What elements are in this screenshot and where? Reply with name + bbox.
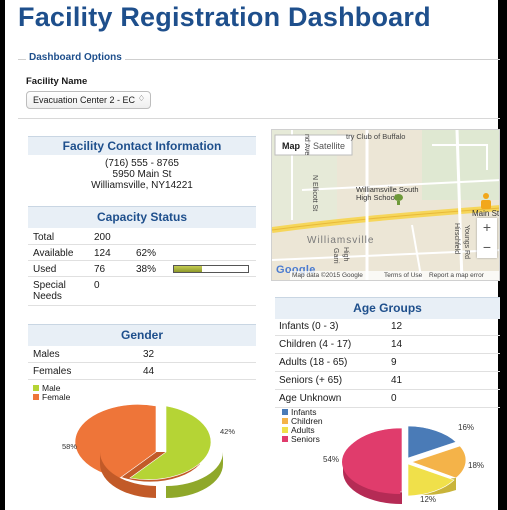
age-row-infants: Infants (0 - 3) 12 [275,318,500,336]
capacity-percent: 38% [136,264,157,275]
usage-progress-fill [174,266,203,272]
age-value: 41 [391,375,403,386]
capacity-label: Available [33,248,74,259]
map-label-ellicott: N Ellicott St [311,175,318,212]
children-percent-label: 18% [468,461,484,470]
infants-swatch-icon [282,409,288,415]
gender-row-females: Females 44 [28,364,256,380]
street-view-pegman-icon[interactable] [481,193,491,209]
map-label-garri: Garri [332,248,339,264]
adults-swatch-icon [282,427,288,433]
age-pie-chart: 16% 18% 12% 54% [323,423,484,505]
seniors-percent-label: 54% [323,455,339,464]
male-swatch-icon [33,385,39,391]
age-label: Children (4 - 17) [279,339,352,350]
map-label-high: High [342,247,349,262]
zoom-in-button[interactable]: + [477,218,497,238]
age-label: Age Unknown [279,393,342,404]
dashboard-options-legend: Dashboard Options [26,52,125,63]
capacity-panel-title: Capacity Status [28,206,256,228]
female-swatch-icon [33,394,39,400]
age-label: Infants (0 - 3) [279,321,339,332]
age-value: 0 [391,393,397,404]
map-terms-link[interactable]: Terms of Use [384,272,422,279]
map-label-school: Williamsville South High School [356,185,419,202]
school-marker-icon [394,194,403,205]
capacity-row-used: Used 76 38% [28,262,256,277]
gender-panel-title: Gender [28,324,256,346]
age-label: Seniors (+ 65) [279,375,343,386]
capacity-label: Used [33,264,57,275]
age-row-unknown: Age Unknown 0 [275,390,500,408]
age-row-seniors: Seniors (+ 65) 41 [275,372,500,390]
left-frame-edge [0,0,5,510]
capacity-row-special-needs: Special Needs 0 [28,278,256,306]
age-panel-title: Age Groups [275,297,500,319]
gender-pie-chart: 58% 42% [62,404,235,498]
capacity-value: 0 [94,280,100,291]
map-label-main-st: Main St [472,209,500,218]
capacity-percent: 62% [136,248,157,259]
capacity-row-total: Total 200 [28,230,256,245]
map-label-hirsch: Hirschfeld [453,223,460,255]
capacity-value: 76 [94,264,106,275]
map-label-youngs: Youngs Rd [463,225,470,259]
children-swatch-icon [282,418,288,424]
male-percent-label: 42% [220,427,235,436]
capacity-row-available: Available 124 62% [28,246,256,261]
gender-row-males: Males 32 [28,347,256,363]
facility-name-label: Facility Name [26,76,88,87]
gender-value: 32 [143,349,155,360]
facility-name-value: Evacuation Center 2 - EC [33,95,136,105]
age-label: Adults (18 - 65) [279,357,348,368]
capacity-value: 200 [94,232,111,243]
seniors-swatch-icon [282,436,288,442]
gender-label: Males [33,349,60,360]
map-attribution: Map data ©2015 Google [292,272,363,279]
map-label-town: Williamsville [307,235,375,246]
capacity-value: 124 [94,248,111,259]
contact-city: Williamsville, NY14221 [91,180,193,191]
map-label-ave: nd Ave [303,134,310,156]
map-report-error-link[interactable]: Report a map error [429,272,484,279]
gender-label: Females [33,366,72,377]
age-row-children: Children (4 - 17) 14 [275,336,500,354]
female-percent-label: 58% [62,442,77,451]
options-divider [18,118,500,119]
age-row-adults: Adults (18 - 65) 9 [275,354,500,372]
usage-progress-bar [173,265,249,273]
map-label-club: try Club of Buffalo [346,132,406,141]
infants-percent-label: 16% [458,423,474,432]
adults-percent-label: 12% [420,495,436,504]
zoom-out-button[interactable]: − [477,238,497,258]
select-caret-icon: ♢ [137,94,145,103]
map-tab-map[interactable]: Map [282,141,300,151]
gender-value: 44 [143,366,155,377]
age-value: 12 [391,321,403,332]
page-title: Facility Registration Dashboard [18,2,431,32]
capacity-label: Special Needs [33,280,66,302]
age-value: 14 [391,339,403,350]
capacity-label: Total [33,232,55,243]
age-value: 9 [391,357,397,368]
facility-name-select[interactable]: Evacuation Center 2 - EC ♢ [26,91,151,109]
contact-panel-title: Facility Contact Information [28,136,256,155]
map-tab-satellite[interactable]: Satellite [313,141,345,151]
facility-map[interactable]: Map Satellite try Club of Buffalo Willia… [271,129,500,281]
